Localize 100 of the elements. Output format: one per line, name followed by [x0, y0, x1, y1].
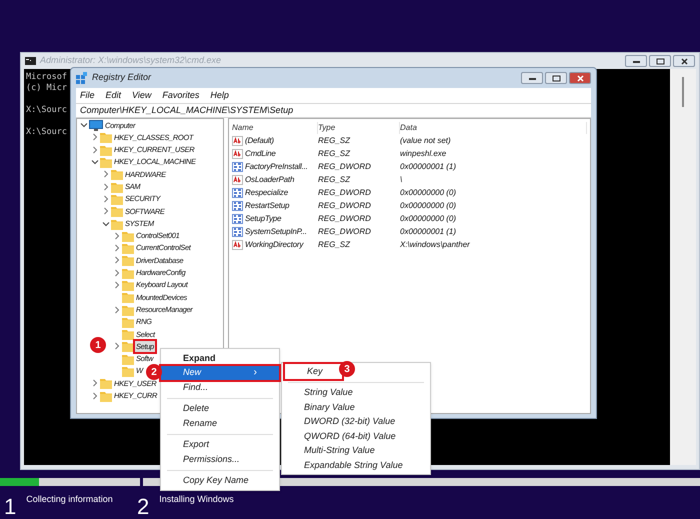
menu-item-label: Permissions...: [183, 452, 240, 466]
menu-item[interactable]: Expand: [161, 351, 279, 366]
value-name[interactable]: WorkingDirectory: [245, 238, 304, 251]
binary-value-icon: [232, 226, 243, 237]
value-name[interactable]: SystemSetupInP...: [245, 226, 307, 238]
menu-item[interactable]: Rename: [161, 416, 279, 430]
console-line: Microsof: [26, 72, 67, 83]
folder-icon: [122, 304, 134, 316]
value-type: REG_DWORD: [318, 212, 372, 225]
value-type: REG_DWORD: [318, 187, 372, 199]
console-line: (c) Micr: [26, 83, 67, 94]
value-type: REG_DWORD: [318, 200, 372, 212]
folder-icon: [111, 218, 123, 230]
menu-item-label: New: [183, 366, 202, 379]
menu-item[interactable]: QWORD (64-bit) Value: [282, 429, 430, 444]
menu-item[interactable]: Export: [161, 438, 279, 452]
menu-item-label: Expandable String Value: [304, 458, 403, 472]
menu-item[interactable]: Favorites: [162, 88, 200, 102]
menu-item[interactable]: Permissions...: [161, 452, 279, 466]
address-bar[interactable]: Computer\HKEY_LOCAL_MACHINE\SYSTEM\Setup: [76, 103, 591, 118]
menu-item-label: String Value: [304, 386, 353, 399]
menu-item-label: Find...: [183, 380, 208, 394]
maximize-button[interactable]: [649, 55, 671, 67]
value-name[interactable]: FactoryPreInstall...: [245, 161, 308, 174]
folder-icon: [122, 279, 134, 291]
menu-item[interactable]: Copy Key Name: [161, 474, 279, 488]
minimize-button[interactable]: [521, 72, 543, 84]
menu-item[interactable]: Edit: [106, 88, 122, 102]
value-name[interactable]: SetupType: [245, 212, 282, 225]
value-data: 0x00000001 (1): [400, 161, 458, 174]
folder-icon: [122, 230, 134, 242]
menu-item[interactable]: Find...: [161, 380, 279, 394]
menu-item[interactable]: Binary Value: [282, 400, 430, 414]
value-data: winpeshl.exe: [400, 148, 448, 160]
string-value-icon: [232, 149, 243, 160]
menu-item-label: Multi-String Value: [304, 444, 375, 457]
step-number: 2: [137, 495, 150, 519]
folder-icon: [122, 266, 134, 279]
folder-icon: [111, 180, 123, 193]
close-button[interactable]: [569, 72, 591, 84]
column-header[interactable]: Name: [232, 122, 318, 134]
value-type: REG_SZ: [318, 148, 352, 160]
maximize-button[interactable]: [545, 72, 567, 84]
close-button[interactable]: [673, 55, 695, 67]
menu-item-label: Binary Value: [304, 400, 355, 414]
menu-item[interactable]: Expandable String Value: [282, 458, 430, 472]
console-line: X:\Sourc: [26, 127, 67, 138]
minimize-button[interactable]: [625, 55, 647, 67]
menu-item-label: Copy Key Name: [183, 474, 249, 487]
column-header[interactable]: Data: [400, 122, 587, 134]
window-title: Administrator: X:\windows\system32\cmd.exe: [40, 54, 222, 68]
value-name[interactable]: CmdLine: [245, 148, 276, 160]
registry-editor-icon: [76, 72, 87, 84]
menu-item[interactable]: DWORD (32-bit) Value: [282, 414, 430, 429]
value-name[interactable]: OsLoaderPath: [245, 174, 294, 186]
menu-item[interactable]: String Value: [282, 386, 430, 400]
menu-item[interactable]: New ›: [161, 366, 279, 380]
value-data: X:\windows\panther: [400, 238, 471, 251]
folder-icon: [122, 291, 134, 304]
menu-item[interactable]: Multi-String Value: [282, 444, 430, 458]
menu-item-label: QWORD (64-bit) Value: [304, 430, 396, 443]
menu-item[interactable]: Delete: [161, 402, 279, 416]
value-type: REG_DWORD: [318, 161, 372, 174]
value-data: 0x00000001 (1): [400, 226, 458, 238]
binary-value-icon: [232, 188, 243, 198]
folder-icon: [122, 352, 134, 365]
value-name[interactable]: Respecialize: [245, 187, 288, 199]
step-label: Collecting information: [26, 493, 113, 506]
folder-icon: [122, 365, 134, 378]
value-name[interactable]: (Default): [245, 135, 274, 148]
folder-icon: [100, 131, 112, 144]
binary-value-icon: [232, 200, 243, 211]
menu-item-label: Key: [307, 364, 323, 378]
binary-value-icon: [232, 162, 243, 172]
value-data: 0x00000000 (0): [400, 187, 458, 199]
folder-icon: [122, 254, 134, 266]
folder-icon: [100, 144, 112, 156]
scrollbar[interactable]: [670, 69, 696, 465]
scrollbar-thumb[interactable]: [682, 77, 684, 107]
step-label: Installing Windows: [159, 493, 234, 506]
value-type: REG_SZ: [318, 135, 352, 148]
value-data: \: [400, 174, 404, 186]
menu-item-label: Rename: [183, 416, 218, 430]
value-data: (value not set): [400, 135, 452, 148]
value-name[interactable]: RestartSetup: [245, 200, 290, 212]
folder-icon: [122, 340, 134, 352]
menu-item[interactable]: View: [132, 88, 152, 102]
folder-icon: [111, 205, 123, 218]
binary-value-icon: [232, 214, 243, 224]
folder-icon: [122, 242, 134, 254]
column-header[interactable]: Type: [318, 122, 400, 134]
string-value-icon: [232, 175, 243, 186]
monitor-icon: [89, 120, 103, 131]
menu-item[interactable]: File: [80, 88, 95, 102]
value-type: REG_SZ: [318, 238, 352, 251]
menu-item[interactable]: Key: [285, 364, 342, 378]
value-data: 0x00000000 (0): [400, 200, 458, 212]
menu-item[interactable]: Help: [210, 88, 229, 102]
folder-icon: [100, 156, 112, 168]
value-data: 0x00000000 (0): [400, 212, 458, 225]
